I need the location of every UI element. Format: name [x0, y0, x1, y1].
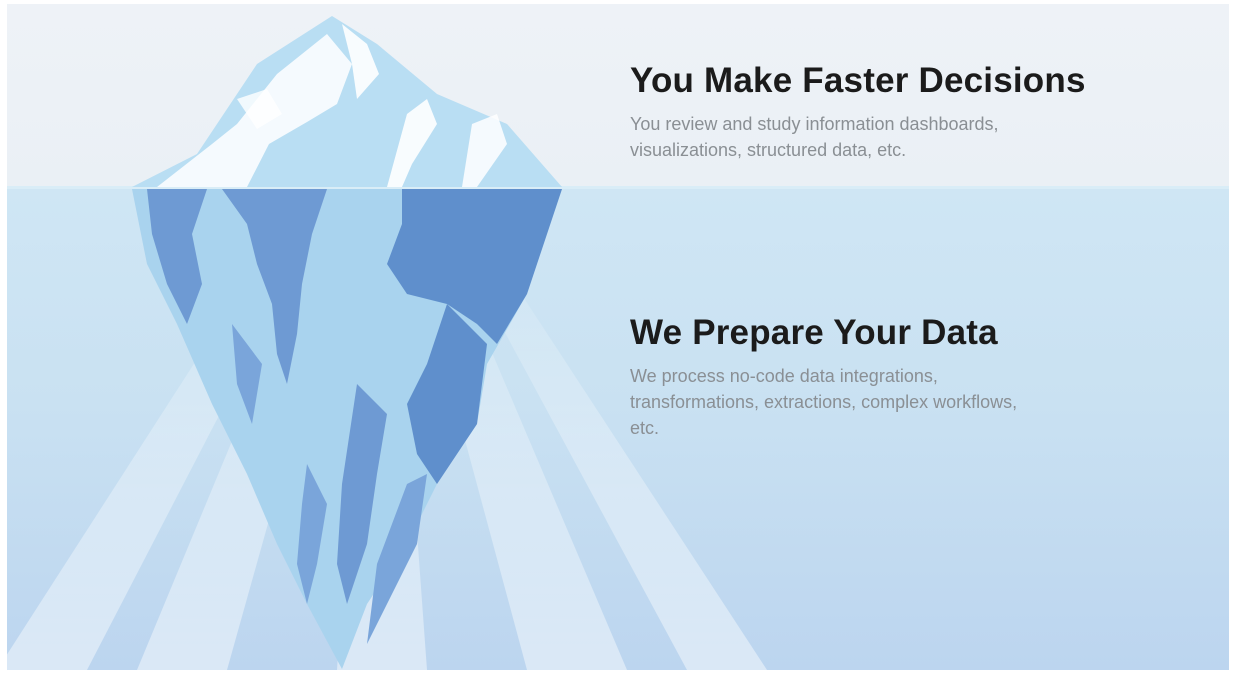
bottom-heading: We Prepare Your Data — [630, 313, 998, 352]
iceberg-tip — [132, 16, 562, 187]
top-heading: You Make Faster Decisions — [630, 61, 1086, 100]
bottom-text-block: We Prepare Your Data We process no-code … — [630, 313, 1190, 441]
bottom-description: We process no-code data integrations, tr… — [630, 365, 1018, 438]
top-description: You review and study information dashboa… — [630, 113, 999, 160]
iceberg-slide: You Make Faster Decisions You review and… — [7, 4, 1229, 670]
top-text-block: You Make Faster Decisions You review and… — [630, 61, 1190, 163]
iceberg-submerged — [132, 189, 562, 669]
